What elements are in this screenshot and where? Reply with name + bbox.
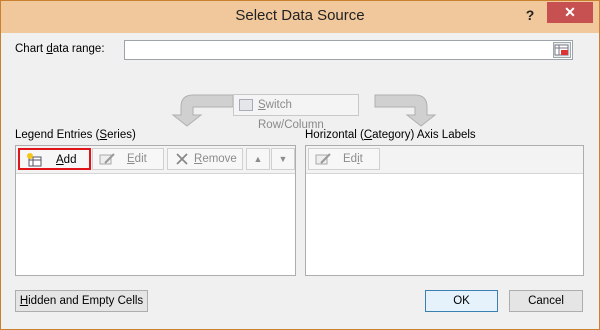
help-button[interactable]: ? <box>520 5 540 25</box>
series-list[interactable] <box>16 174 295 275</box>
edit-icon <box>99 153 115 165</box>
add-series-icon <box>27 153 42 167</box>
add-series-button[interactable]: Add <box>18 148 91 170</box>
chart-data-range-input[interactable] <box>124 40 573 60</box>
edit-axis-labels-button[interactable]: Edit <box>308 148 380 170</box>
down-arrow-icon: ▼ <box>278 154 288 164</box>
collapse-dialog-button[interactable] <box>553 42 571 58</box>
legend-entries-label: Legend Entries (Series) <box>15 129 136 141</box>
table-icon <box>239 99 253 111</box>
title-bar: Select Data Source ? ✕ <box>1 1 599 33</box>
curved-arrow-left-icon <box>171 94 234 127</box>
hidden-empty-cells-button[interactable]: Hidden and Empty Cells <box>15 290 148 312</box>
edit-series-button[interactable]: Edit <box>92 148 164 170</box>
axis-labels-label: Horizontal (Category) Axis Labels <box>305 129 476 141</box>
chart-data-range-label: Chart data range: <box>15 43 105 55</box>
move-down-button[interactable]: ▼ <box>271 148 295 170</box>
cancel-button[interactable]: Cancel <box>509 290 583 312</box>
axis-labels-list[interactable] <box>306 174 583 275</box>
ok-button[interactable]: OK <box>425 290 498 312</box>
curved-arrow-right-icon <box>374 94 437 127</box>
select-data-source-dialog: Select Data Source ? ✕ Chart data range:… <box>0 0 600 330</box>
close-button[interactable]: ✕ <box>547 2 593 23</box>
up-arrow-icon: ▲ <box>253 154 263 164</box>
axis-toolbar: Edit <box>306 146 583 174</box>
range-select-icon <box>554 44 569 56</box>
axis-labels-panel: Edit <box>305 145 584 276</box>
legend-entries-panel: Add Edit Remove ▲ ▼ <box>15 145 296 276</box>
remove-x-icon <box>176 153 188 165</box>
remove-series-button[interactable]: Remove <box>167 148 243 170</box>
legend-toolbar: Add Edit Remove ▲ ▼ <box>16 146 295 174</box>
switch-row-column-button[interactable]: Switch Row/Column <box>233 94 359 131</box>
dialog-title: Select Data Source <box>235 7 365 24</box>
edit-icon <box>315 153 331 165</box>
move-up-button[interactable]: ▲ <box>246 148 270 170</box>
